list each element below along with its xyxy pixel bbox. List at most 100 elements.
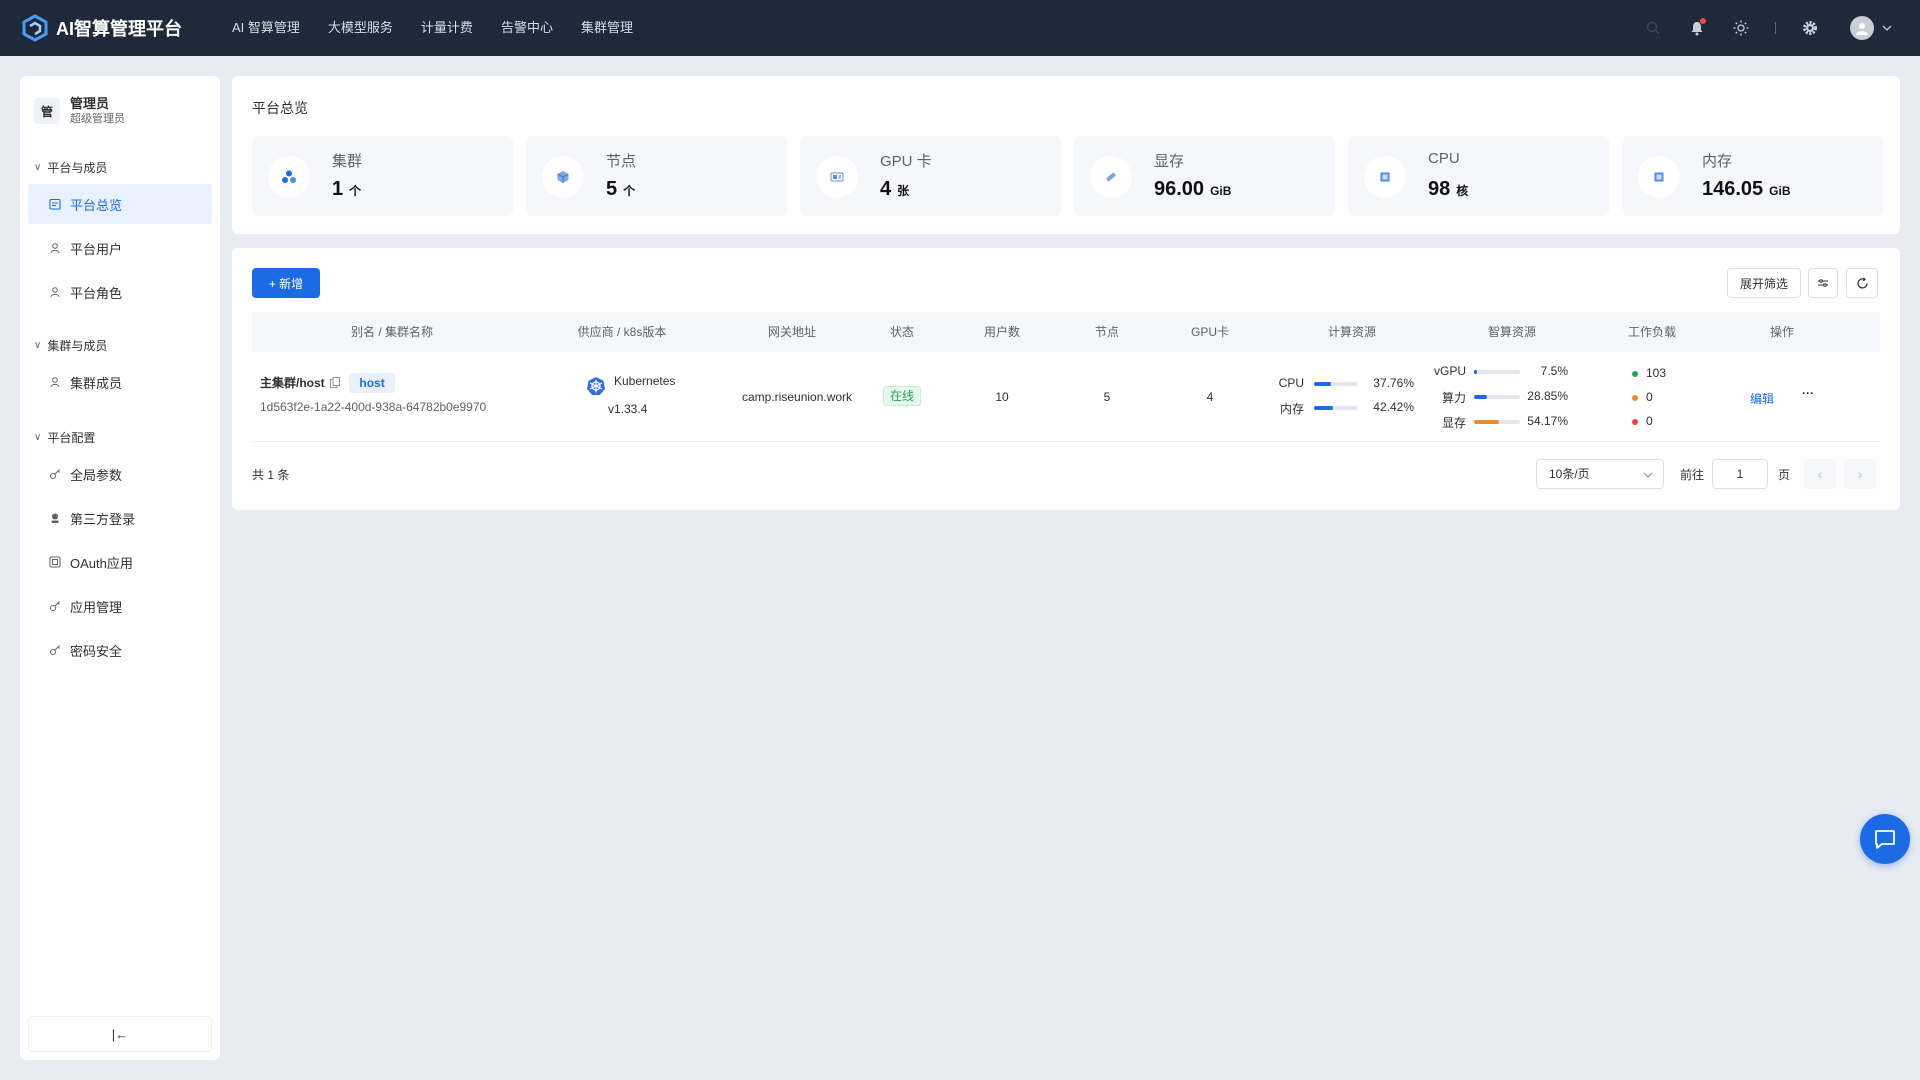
stat-number: 96.00 — [1154, 178, 1205, 200]
edit-link[interactable]: 编辑 — [1750, 390, 1774, 407]
column-header: 节点 — [1094, 325, 1119, 339]
chat-icon — [1875, 830, 1895, 849]
stat-unit: GiB — [1769, 184, 1791, 198]
compute-percent: 42.42% — [1373, 400, 1414, 414]
node-icon — [542, 156, 584, 198]
copy-icon[interactable] — [330, 377, 341, 388]
kubernetes-icon — [586, 376, 606, 399]
total-count: 共 1 条 — [252, 468, 290, 482]
sidebar-item-platform-roles[interactable]: 平台角色 — [28, 272, 212, 312]
progress-fill — [1314, 382, 1331, 386]
sidebar-item-password-security[interactable]: 密码安全 — [28, 630, 212, 670]
ai-label: 显存 — [1441, 416, 1466, 430]
workload-pending: 0 — [1632, 390, 1653, 404]
menu-group-platform[interactable]: ∨ 平台与成员 — [20, 154, 220, 180]
refresh-button[interactable] — [1846, 268, 1878, 298]
menu-group-label: 平台配置 — [47, 430, 96, 445]
progress-bar — [1314, 382, 1358, 386]
column-header: 供应商 / k8s版本 — [577, 325, 667, 339]
menu-group-config[interactable]: ∨ 平台配置 — [20, 424, 220, 450]
menu-group-cluster[interactable]: ∨ 集群与成员 — [20, 332, 220, 358]
page-number-input[interactable]: 1 — [1712, 459, 1768, 489]
stat-number: 146.05 — [1702, 178, 1764, 200]
column-header: 操作 — [1769, 325, 1794, 339]
stat-label: GPU 卡 — [880, 153, 932, 170]
brand[interactable]: AI智算管理平台 — [20, 13, 218, 43]
stat-card-gpu-memory: 显存 96.00 GiB — [1074, 136, 1335, 216]
stat-value: 146.05 GiB — [1702, 178, 1791, 201]
sidebar-item-app-management[interactable]: 应用管理 — [28, 586, 212, 626]
progress-fill — [1474, 370, 1478, 374]
next-page-button[interactable]: › — [1844, 459, 1876, 489]
status-cell: 在线 — [872, 386, 932, 406]
host-tag: host — [349, 373, 395, 393]
chevron-right-icon: › — [1857, 466, 1863, 482]
stat-number: 5 — [606, 178, 618, 200]
compute-label: 内存 — [1279, 402, 1304, 416]
node-count: 5 — [1103, 390, 1111, 404]
cpu-icon — [1364, 156, 1406, 198]
sidebar-item-label: 集群成员 — [70, 375, 123, 391]
column-settings-button[interactable] — [1808, 268, 1838, 298]
sidebar-item-third-party-login[interactable]: 第三方登录 — [28, 498, 212, 538]
cluster-name[interactable]: 主集群/host — [260, 376, 325, 390]
sun-icon[interactable] — [1731, 18, 1751, 38]
progress-bar — [1314, 406, 1358, 410]
page-size-select[interactable]: 10条/页 — [1536, 459, 1664, 489]
user-name: 管理员 — [70, 96, 110, 111]
stat-card-nodes: 节点 5个 — [526, 136, 787, 216]
sidebar-item-cluster-members[interactable]: 集群成员 — [28, 362, 212, 402]
column-header: GPU卡 — [1190, 325, 1229, 339]
compute-percent: 37.76% — [1373, 376, 1414, 390]
column-header: 智算资源 — [1487, 325, 1536, 339]
ai-percent: 54.17% — [1527, 414, 1568, 428]
collapse-sidebar-button[interactable]: |← — [28, 1016, 212, 1052]
sidebar-item-platform-users[interactable]: 平台用户 — [28, 228, 212, 268]
top-right-tools — [1619, 0, 1892, 56]
more-actions-icon[interactable]: ··· — [1802, 386, 1814, 400]
add-cluster-button[interactable]: + 新增 — [252, 268, 320, 298]
stat-card-clusters: 集群 1个 — [252, 136, 513, 216]
bell-icon[interactable] — [1687, 18, 1707, 38]
stat-card-gpus: GPU 卡 4张 — [800, 136, 1061, 216]
user-role: 超级管理员 — [70, 113, 125, 125]
workload-count: 0 — [1646, 414, 1653, 428]
topnav-cluster-management[interactable]: 集群管理 — [567, 0, 647, 56]
gpu-icon — [816, 156, 858, 198]
column-header: 计算资源 — [1327, 325, 1376, 339]
gear-icon[interactable] — [1800, 18, 1820, 38]
cluster-name-cell: 主集群/host host — [260, 373, 395, 393]
stat-number: 4 — [880, 178, 892, 200]
cluster-id: 1d563f2e-1a22-400d-938a-64782b0e9970 — [260, 400, 487, 414]
user-menu[interactable] — [1850, 16, 1892, 40]
progress-fill — [1314, 406, 1333, 410]
expand-filter-button[interactable]: 展开筛选 — [1727, 268, 1801, 298]
sidebar-item-platform-overview[interactable]: 平台总览 — [28, 184, 212, 224]
key-icon — [48, 467, 62, 481]
logo-icon — [22, 14, 48, 42]
collapse-icon: |← — [111, 1026, 129, 1042]
cluster-table-panel: + 新增 展开筛选 别名 / 集群名称 供应商 / k8s版本 网关地址 状态 … — [232, 248, 1900, 510]
sidebar-item-oauth-apps[interactable]: OAuth应用 — [28, 542, 212, 582]
sidebar-item-global-params[interactable]: 全局参数 — [28, 454, 212, 494]
topnav-alerts[interactable]: 告警中心 — [487, 0, 567, 56]
chat-button[interactable] — [1860, 814, 1910, 864]
topnav-ai-compute[interactable]: AI 智算管理 — [218, 0, 314, 56]
ai-percent: 28.85% — [1527, 389, 1568, 403]
stat-value: 98 核 — [1428, 178, 1468, 201]
stat-label: 内存 — [1702, 153, 1733, 170]
stat-card-cpu: CPU 98 核 — [1348, 136, 1609, 216]
progress-bar — [1474, 370, 1520, 374]
table-header: 别名 / 集群名称 供应商 / k8s版本 网关地址 状态 用户数 节点 GPU… — [252, 312, 1880, 352]
topnav-llm-service[interactable]: 大模型服务 — [314, 0, 407, 56]
search-icon[interactable] — [1643, 18, 1663, 38]
page-size-value: 10条/页 — [1549, 467, 1590, 481]
overview-panel: 平台总览 集群 1个 节点 5个 GPU 卡 4张 显存 96.00 GiB CP… — [232, 76, 1900, 234]
status-dot-orange — [1632, 394, 1638, 401]
prev-page-button[interactable]: ‹ — [1804, 459, 1836, 489]
column-header: 用户数 — [983, 325, 1020, 339]
topnav-billing[interactable]: 计量计费 — [407, 0, 487, 56]
stat-unit: 张 — [897, 184, 910, 198]
workload-running: 103 — [1632, 366, 1666, 380]
stat-label: CPU — [1428, 150, 1460, 167]
